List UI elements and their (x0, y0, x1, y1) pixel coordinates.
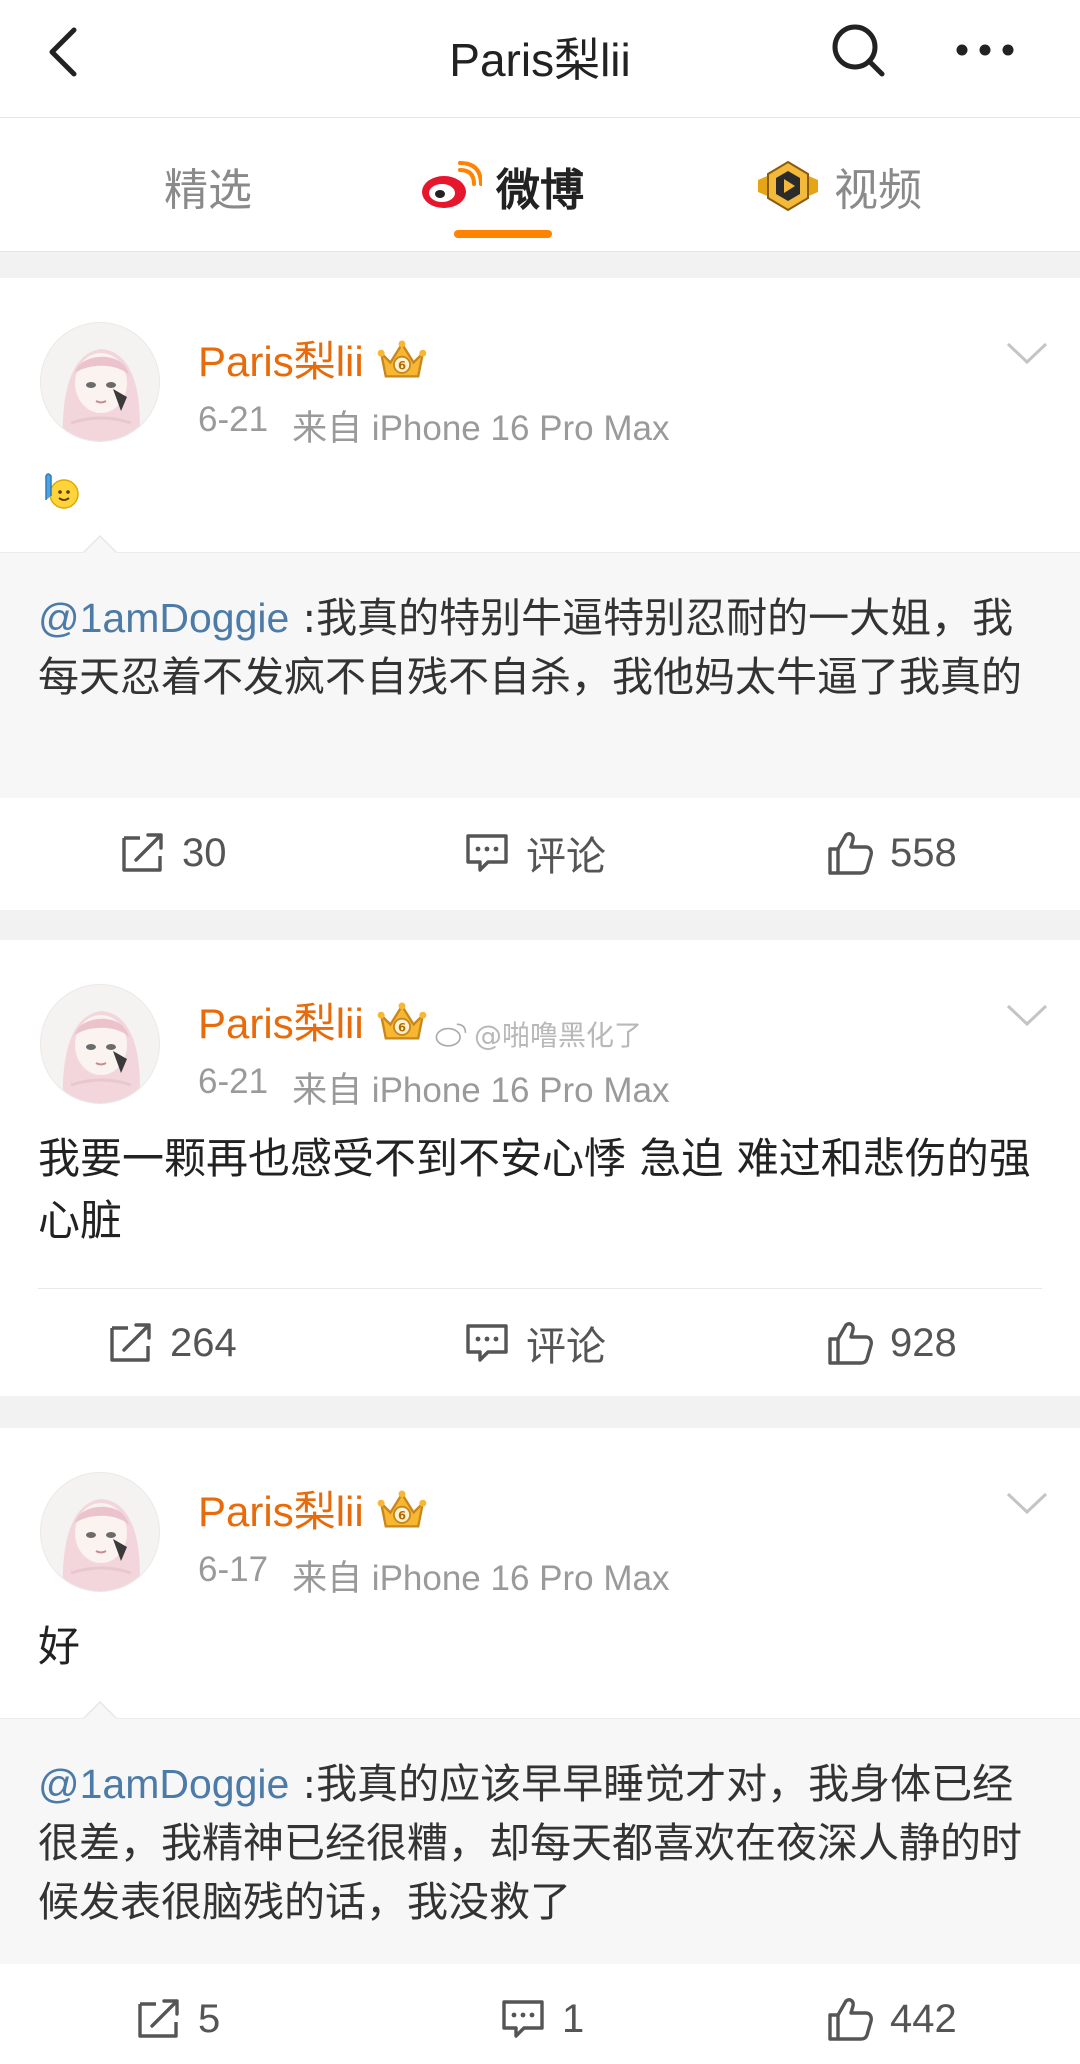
mention-link[interactable]: @1amDoggie (38, 595, 289, 641)
tab-featured-label: 精选 (164, 165, 252, 216)
tab-featured[interactable]: 精选 (164, 156, 252, 216)
post-date: 6-17 (198, 1550, 269, 1589)
tab-weibo-label: 微博 (496, 165, 584, 216)
weibo-logo-icon (435, 1023, 467, 1047)
post-text: 我要一颗再也感受不到不安心悸 急迫 难过和悲伤的强心脏 (38, 1134, 1031, 1245)
vip-crown-icon (376, 338, 428, 378)
repost-count: 5 (198, 1996, 221, 2041)
watermark-text: @啪噜黑化了 (474, 1019, 643, 1052)
tab-weibo[interactable]: 微博 (420, 156, 584, 216)
raise-hand-emoji-icon (45, 473, 79, 509)
avatar[interactable] (40, 322, 160, 442)
post-author[interactable]: Paris梨lii (198, 1478, 364, 1539)
post-card[interactable]: Paris梨lii 6-17 来自 iPhone 16 Pro Max 好 @1… (0, 1428, 1080, 2064)
like-button[interactable]: 442 (826, 1964, 957, 2064)
repost-quote[interactable]: @1amDoggie :我真的特别牛逼特别忍耐的一大姐，我每天忍着不发疯不自残不… (0, 535, 1080, 798)
search-icon[interactable] (828, 20, 890, 82)
repost-icon (122, 833, 163, 872)
repost-button[interactable]: 264 (108, 1288, 237, 1398)
chevron-down-icon[interactable] (1004, 1000, 1050, 1030)
active-tab-indicator (454, 230, 552, 238)
repost-button[interactable]: 5 (136, 1964, 220, 2064)
post-card[interactable]: Paris梨lii 6-21 来自 iPhone 16 Pro Max @1am… (0, 278, 1080, 910)
comment-count: 1 (562, 1996, 585, 2041)
vip-crown-icon (376, 1000, 428, 1040)
post-source: 来自 iPhone 16 Pro Max (292, 1559, 670, 1598)
comment-button[interactable]: 评论 (464, 798, 606, 908)
repost-quote[interactable]: @1amDoggie :我真的应该早早睡觉才对，我身体已经很差，我精神已经很糟，… (0, 1701, 1080, 1964)
like-icon (828, 832, 873, 875)
comment-count: 评论 (526, 835, 606, 879)
tab-video[interactable]: 视频 (756, 156, 922, 216)
post-card[interactable]: Paris梨lii 6-21 来自 iPhone 16 Pro Max 我要一颗… (0, 940, 1080, 1396)
like-count: 558 (890, 830, 957, 875)
post-author[interactable]: Paris梨lii (198, 328, 364, 389)
video-badge-icon (758, 160, 818, 212)
top-bar: Paris梨lii (0, 0, 1080, 118)
avatar[interactable] (40, 1472, 160, 1592)
comment-button[interactable]: 1 (500, 1964, 584, 2064)
repost-count: 264 (170, 1320, 237, 1365)
comment-icon (466, 834, 508, 872)
mention-link[interactable]: @1amDoggie (38, 1761, 289, 1807)
chevron-down-icon[interactable] (1004, 338, 1050, 368)
post-source: 来自 iPhone 16 Pro Max (292, 409, 670, 448)
like-count: 928 (890, 1320, 957, 1365)
post-author[interactable]: Paris梨lii (198, 990, 364, 1051)
post-source: 来自 iPhone 16 Pro Max (292, 1071, 670, 1110)
profile-tabs: 精选 微博 视频 (0, 118, 1080, 252)
comment-icon (466, 1324, 508, 1362)
comment-count: 评论 (526, 1325, 606, 1369)
weibo-logo-icon (422, 161, 482, 208)
page-title: Paris梨lii (449, 34, 631, 86)
repost-count: 30 (182, 830, 227, 875)
watermark: @啪噜黑化了 (434, 1014, 642, 1054)
like-icon (828, 1998, 873, 2041)
like-icon (828, 1322, 873, 1365)
chevron-down-icon[interactable] (1004, 1488, 1050, 1518)
like-button[interactable]: 928 (826, 1288, 957, 1398)
avatar[interactable] (40, 984, 160, 1104)
like-button[interactable]: 558 (826, 798, 957, 908)
post-actions: 5 1 442 (0, 1964, 1080, 2064)
vip-crown-icon (376, 1488, 428, 1528)
post-date: 6-21 (198, 400, 269, 439)
like-count: 442 (890, 1996, 957, 2041)
post-date: 6-21 (198, 1062, 269, 1101)
more-options-icon[interactable] (950, 20, 1020, 82)
post-actions: 264 评论 928 (0, 1288, 1080, 1398)
comment-button[interactable]: 评论 (464, 1288, 606, 1398)
repost-button[interactable]: 30 (120, 798, 227, 908)
tab-video-label: 视频 (834, 165, 922, 216)
post-actions: 30 评论 558 (0, 798, 1080, 908)
comment-icon (502, 2000, 544, 2038)
repost-icon (110, 1323, 151, 1362)
repost-icon (138, 1999, 179, 2038)
post-text: 好 (38, 1622, 81, 1671)
